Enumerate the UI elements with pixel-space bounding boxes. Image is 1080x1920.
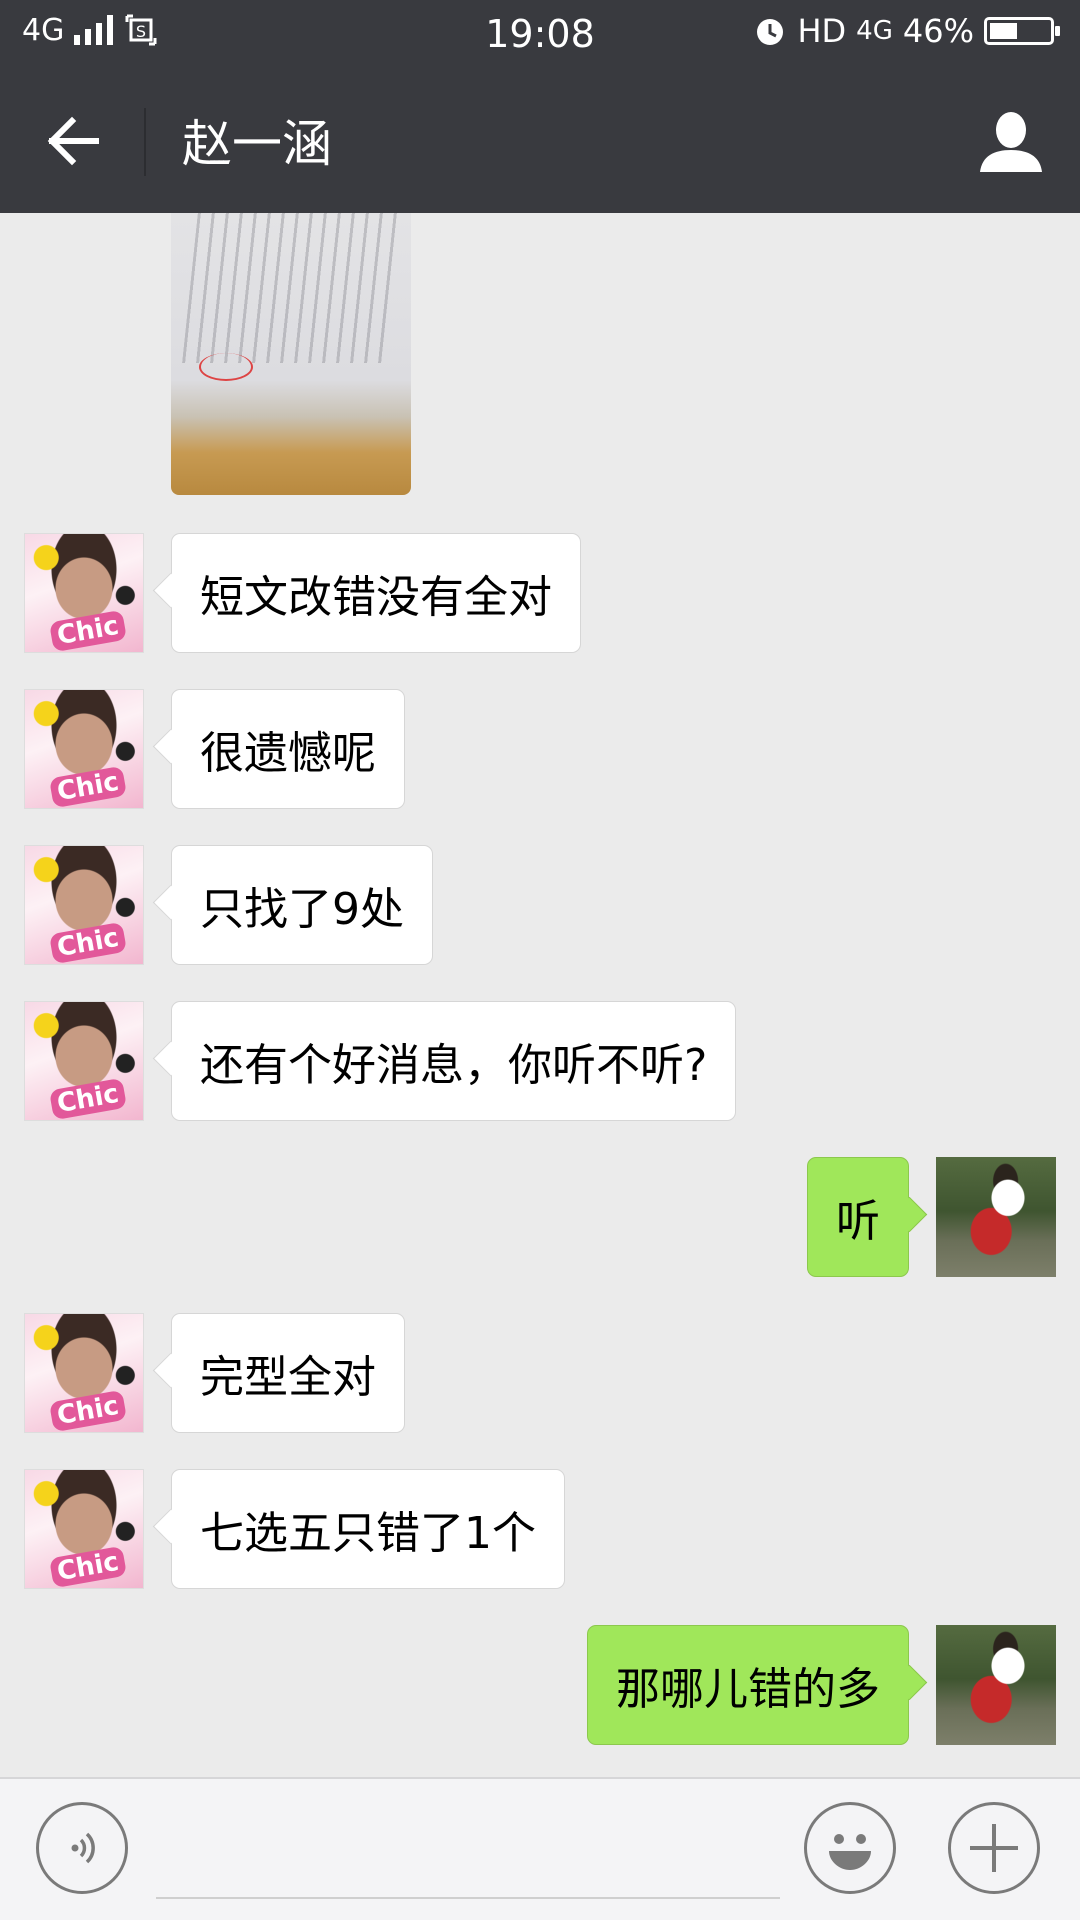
status-right: HD 4G 46% <box>753 12 1060 50</box>
profile-button[interactable] <box>976 106 1046 176</box>
received-bubble[interactable]: 很遗憾呢 <box>171 689 405 809</box>
input-bar <box>0 1777 1080 1920</box>
image-text-lines <box>182 213 400 363</box>
chat-area[interactable]: Chic 短文改错没有全对 Chic 很遗憾呢 Chic 只找了9处 Chic … <box>0 213 1080 1777</box>
image-message[interactable] <box>171 213 411 495</box>
self-avatar[interactable] <box>936 1625 1056 1745</box>
received-bubble[interactable]: 短文改错没有全对 <box>171 533 581 653</box>
avatar-badge: Chic <box>48 1077 127 1120</box>
battery-icon <box>984 17 1060 45</box>
emoji-button[interactable] <box>804 1802 896 1894</box>
voice-icon <box>71 1832 95 1864</box>
hd-label: HD <box>797 12 847 50</box>
self-avatar[interactable] <box>936 1157 1056 1277</box>
sent-bubble[interactable]: 听 <box>807 1157 909 1277</box>
chat-title: 赵一涵 <box>182 115 332 173</box>
friend-avatar[interactable]: Chic <box>24 1469 144 1589</box>
avatar-badge: Chic <box>48 1389 127 1432</box>
received-bubble[interactable]: 七选五只错了1个 <box>171 1469 565 1589</box>
avatar-badge: Chic <box>48 609 127 652</box>
message-row: 听 <box>756 1157 1056 1277</box>
message-input[interactable] <box>156 1807 780 1899</box>
back-button[interactable] <box>38 106 108 176</box>
more-button[interactable] <box>948 1802 1040 1894</box>
person-icon <box>980 112 1042 172</box>
received-bubble[interactable]: 还有个好消息，你听不听? <box>171 1001 737 1121</box>
voice-button[interactable] <box>36 1802 128 1894</box>
battery-percent: 46% <box>902 12 974 50</box>
status-bar: 4G S 19:08 HD 4G 46% <box>0 0 1080 68</box>
plus-icon <box>970 1824 1018 1872</box>
image-red-mark <box>199 353 253 381</box>
received-bubble[interactable]: 完型全对 <box>171 1313 405 1433</box>
friend-avatar[interactable]: Chic <box>24 1001 144 1121</box>
sent-bubble[interactable]: 那哪儿错的多 <box>587 1625 909 1745</box>
alarm-icon <box>757 19 784 45</box>
avatar-badge: Chic <box>48 765 127 808</box>
received-bubble[interactable]: 只找了9处 <box>171 845 433 965</box>
message-row: 那哪儿错的多 <box>556 1625 1056 1745</box>
friend-avatar[interactable]: Chic <box>24 845 144 965</box>
network-right-label: 4G <box>856 16 893 46</box>
avatar-badge: Chic <box>48 921 127 964</box>
title-bar: 赵一涵 <box>0 68 1080 213</box>
smiley-icon <box>829 1834 871 1870</box>
friend-avatar[interactable]: Chic <box>24 689 144 809</box>
header-divider <box>144 108 146 176</box>
avatar-badge: Chic <box>48 1545 127 1588</box>
friend-avatar[interactable]: Chic <box>24 1313 144 1433</box>
friend-avatar[interactable]: Chic <box>24 533 144 653</box>
arrow-left-icon <box>47 116 99 166</box>
